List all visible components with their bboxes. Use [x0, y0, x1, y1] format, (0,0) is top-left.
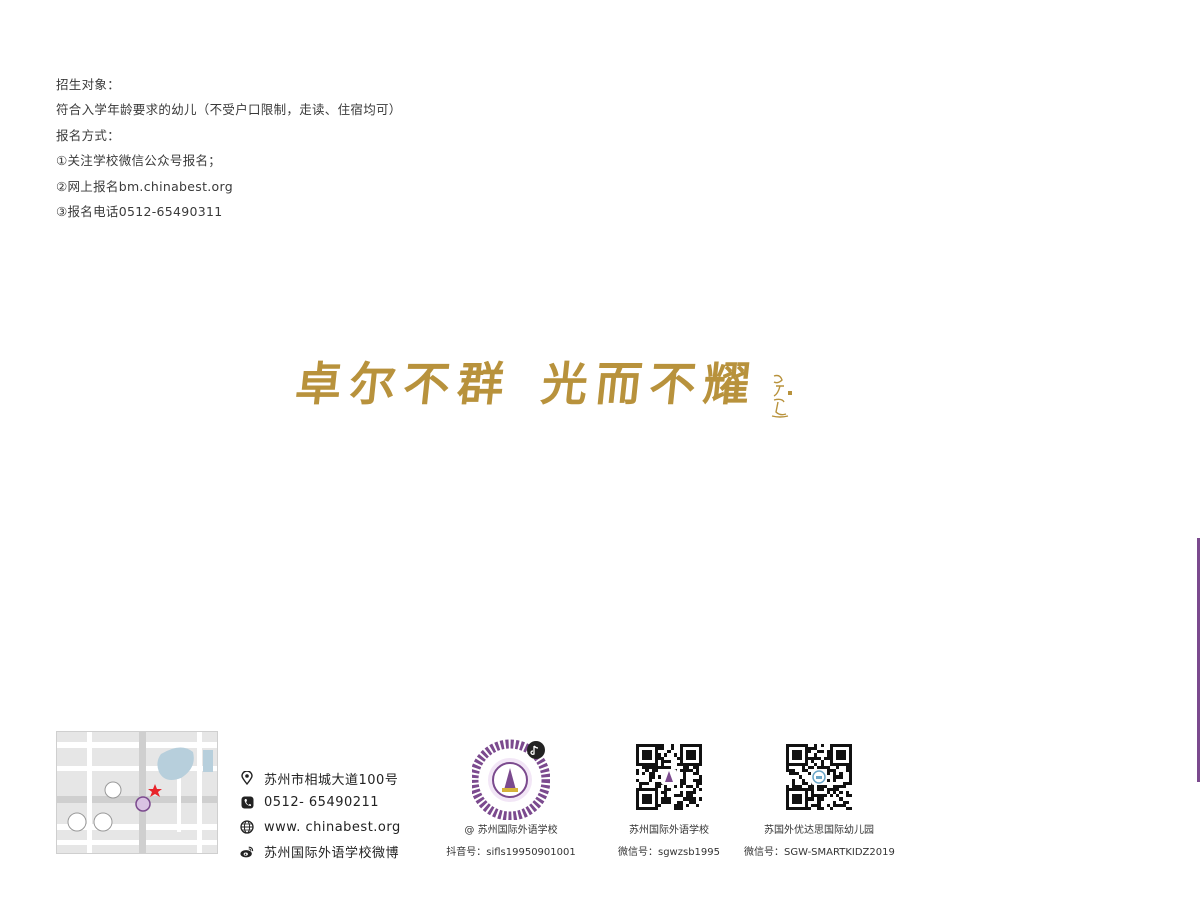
- wechat-kindergarten-id: 微信号：SGW-SMARTKIDZ2019: [744, 847, 895, 858]
- wechat-qr-code-kindergarten[interactable]: [786, 744, 852, 810]
- location-pin-icon: [240, 771, 254, 786]
- phone-icon: [240, 796, 254, 810]
- method-phone: ③报名电话0512-65490311: [56, 204, 223, 220]
- wechat-school-id: 微信号：sgwzsb1995: [618, 847, 720, 858]
- wechat-qr-code-school[interactable]: [636, 744, 702, 810]
- wechat-kindergarten-caption: 苏国外优达思国际幼儿园: [764, 825, 874, 836]
- phone-text: 0512- 65490211: [264, 795, 380, 811]
- weibo-text: 苏州国际外语学校微博: [264, 846, 400, 862]
- motto-line-1: 卓尔不群: [292, 357, 515, 411]
- motto-line-2: 光而不耀: [538, 357, 761, 411]
- address-text: 苏州市相城大道100号: [264, 772, 399, 788]
- contact-address: 苏州市相城大道100号: [240, 766, 401, 791]
- weibo-icon: [240, 845, 254, 859]
- contact-list: 苏州市相城大道100号 0512- 65490211 www. chinabes…: [240, 766, 401, 864]
- wechat-qr-block-kindergarten: 苏国外优达思国际幼儿园 微信号：SGW-SMARTKIDZ2019: [744, 744, 895, 864]
- enrollment-info: 招生对象： 符合入学年龄要求的幼儿（不受户口限制，走读、住宿均可） 报名方式： …: [56, 72, 402, 224]
- signature-mark-icon: [771, 374, 792, 418]
- method-online: ②网上报名bm.chinabest.org: [56, 178, 233, 194]
- douyin-qr-code[interactable]: [469, 738, 551, 821]
- calligraphy-motto: 卓尔不群 光而不耀: [293, 348, 761, 411]
- contact-website[interactable]: www. chinabest.org: [240, 815, 401, 840]
- wechat-qr-block-school: 苏州国际外语学校 微信号：sgwzsb1995: [594, 744, 744, 864]
- wechat-school-caption: 苏州国际外语学校: [629, 825, 709, 836]
- method-title: 报名方式：: [56, 127, 121, 143]
- website-text: www. chinabest.org: [264, 819, 401, 835]
- douyin-qr-block: @ 苏州国际外语学校 抖音号：sifls19950901001: [436, 738, 586, 864]
- calligraphy-signature: [768, 372, 794, 420]
- method-wechat: ①关注学校微信公众号报名；: [56, 153, 222, 169]
- douyin-caption: @ 苏州国际外语学校: [464, 825, 558, 836]
- contact-weibo[interactable]: 苏州国际外语学校微博: [240, 840, 401, 865]
- target-description: 符合入学年龄要求的幼儿（不受户口限制，走读、住宿均可）: [56, 102, 402, 118]
- location-map: [56, 731, 218, 854]
- contact-phone[interactable]: 0512- 65490211: [240, 791, 401, 816]
- target-title: 招生对象：: [56, 77, 121, 92]
- douyin-id: 抖音号：sifls19950901001: [446, 847, 576, 858]
- globe-icon: [240, 820, 254, 834]
